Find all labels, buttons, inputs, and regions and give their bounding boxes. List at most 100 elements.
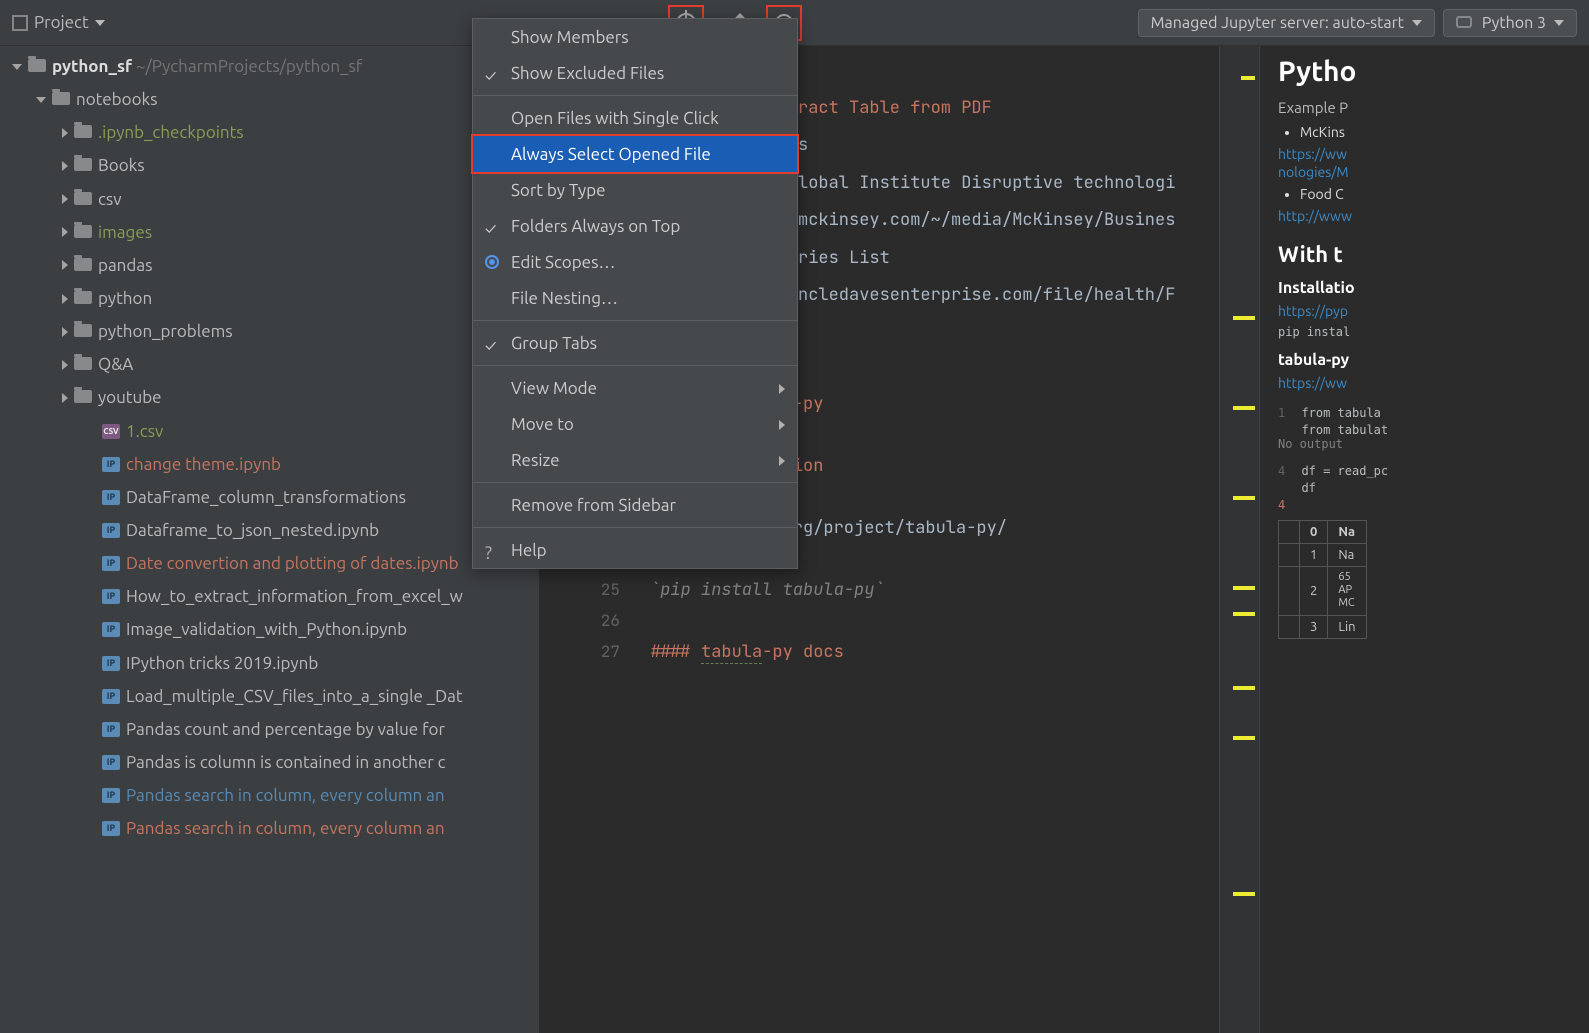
menu-item[interactable]: Folders Always on Top [473,208,797,244]
tree-row[interactable]: pandas [0,249,539,282]
tree-row[interactable]: IPDataframe_to_json_nested.ipynb [0,514,539,547]
menu-item[interactable]: Always Select Opened File [473,136,797,172]
folder-icon [74,390,92,403]
window-icon [12,15,28,31]
checkmark-icon [485,219,499,233]
expand-arrow-icon[interactable] [62,360,68,370]
interpreter-label: Python 3 [1482,14,1546,32]
help-icon [485,543,499,557]
editor-minimap[interactable] [1219,46,1259,1033]
settings-context-menu[interactable]: Show Members Show Excluded Files Open File… [472,18,798,569]
chevron-down-icon [1554,20,1564,26]
preview-h3: tabula-py [1278,351,1571,369]
preview-link[interactable]: https://pyp [1278,303,1571,319]
menu-item-label: Show Excluded Files [511,64,664,83]
notebook-file-icon: IP [102,788,120,803]
python-icon [1456,14,1474,32]
menu-item-label: Sort by Type [511,181,606,200]
no-output-label: No output [1278,437,1571,451]
tree-row[interactable]: IPLoad_multiple_CSV_files_into_a_single … [0,680,539,713]
tree-row[interactable]: images [0,216,539,249]
menu-item[interactable]: Move to [473,406,797,442]
menu-item[interactable]: Sort by Type [473,172,797,208]
menu-item-label: Help [511,541,547,560]
tree-row[interactable]: IPchange theme.ipynb [0,448,539,481]
tree-row[interactable]: python_problems [0,315,539,348]
tree-row[interactable]: IPIPython tricks 2019.ipynb [0,647,539,680]
tree-row[interactable]: IPPandas search in column, every column … [0,812,539,845]
expand-arrow-icon[interactable] [62,393,68,403]
interpreter-selector[interactable]: Python 3 [1443,9,1577,37]
tree-row[interactable]: .ipynb_checkpoints [0,116,539,149]
menu-item[interactable]: Group Tabs [473,325,797,361]
csv-file-icon: CSV [102,424,120,439]
menu-item[interactable]: Show Members [473,19,797,55]
menu-item[interactable]: Remove from Sidebar [473,487,797,523]
folder-icon [74,158,92,171]
preview-link[interactable]: http://www [1278,208,1571,224]
tree-row[interactable]: youtube [0,381,539,414]
notebook-file-icon: IP [102,689,120,704]
preview-link[interactable]: https://ww [1278,375,1571,391]
notebook-file-icon: IP [102,722,120,737]
tree-row[interactable]: IPPandas is column is contained in anoth… [0,746,539,779]
menu-item[interactable]: Show Excluded Files [473,55,797,91]
preview-link[interactable]: https://ww [1278,146,1571,162]
preview-link[interactable]: nologies/M [1278,164,1571,180]
menu-item[interactable]: Help [473,532,797,568]
tree-row[interactable]: CSV1.csv [0,415,539,448]
tree-row[interactable]: csv [0,183,539,216]
folder-icon [74,258,92,271]
menu-item-label: Resize [511,451,560,470]
tree-row[interactable]: IPDate convertion and plotting of dates.… [0,547,539,580]
expand-arrow-icon[interactable] [62,327,68,337]
tree-row[interactable]: IPPandas count and percentage by value f… [0,713,539,746]
code-line: from tabula [1301,406,1380,420]
tree-row[interactable]: Books [0,149,539,182]
notebook-file-icon: IP [102,622,120,637]
menu-item-label: Always Select Opened File [511,145,711,164]
folder-icon [52,92,70,105]
cell-number-out: 4 [1278,498,1298,512]
expand-arrow-icon[interactable] [62,194,68,204]
notebook-file-icon: IP [102,523,120,538]
chevron-down-icon [95,20,105,26]
menu-item[interactable]: File Nesting… [473,280,797,316]
expand-arrow-icon[interactable] [62,294,68,304]
tree-row[interactable]: IPHow_to_extract_information_from_excel_… [0,580,539,613]
code-line: df = read_pc [1301,464,1388,478]
jupyter-server-selector[interactable]: Managed Jupyter server: auto-start [1138,9,1435,37]
tree-row[interactable]: IPImage_validation_with_Python.ipynb [0,613,539,646]
expand-arrow-icon[interactable] [62,161,68,171]
folder-icon [74,225,92,238]
menu-item[interactable]: Edit Scopes… [473,244,797,280]
menu-item-label: Edit Scopes… [511,253,615,272]
menu-item[interactable]: Open Files with Single Click [473,100,797,136]
project-tree[interactable]: python_sf ~/PycharmProjects/python_sfnot… [0,46,539,849]
expand-arrow-icon[interactable] [36,97,46,103]
menu-item-label: Remove from Sidebar [511,496,676,515]
checkmark-icon [485,336,499,350]
tree-row[interactable]: Q&A [0,348,539,381]
preview-h2: With t [1278,242,1571,267]
menu-item-label: Open Files with Single Click [511,109,719,128]
menu-item[interactable]: View Mode [473,370,797,406]
project-tree-panel: python_sf ~/PycharmProjects/python_sfnot… [0,46,540,1033]
project-view-selector[interactable]: Project [12,13,105,32]
tree-row[interactable]: IPPandas search in column, every column … [0,779,539,812]
menu-item[interactable]: Resize [473,442,797,478]
cell-number: 4 [1278,464,1298,478]
expand-arrow-icon[interactable] [62,227,68,237]
preview-h3: Installatio [1278,279,1571,297]
tree-row[interactable]: python [0,282,539,315]
menu-item-label: Group Tabs [511,334,597,353]
expand-arrow-icon[interactable] [62,128,68,138]
notebook-file-icon: IP [102,656,120,671]
expand-arrow-icon[interactable] [62,260,68,270]
tree-row[interactable]: notebooks [0,83,539,116]
submenu-arrow-icon [779,379,785,398]
checkmark-icon [485,66,499,80]
tree-row[interactable]: python_sf ~/PycharmProjects/python_sf [0,50,539,83]
expand-arrow-icon[interactable] [12,64,22,70]
tree-row[interactable]: IPDataFrame_column_transformations [0,481,539,514]
